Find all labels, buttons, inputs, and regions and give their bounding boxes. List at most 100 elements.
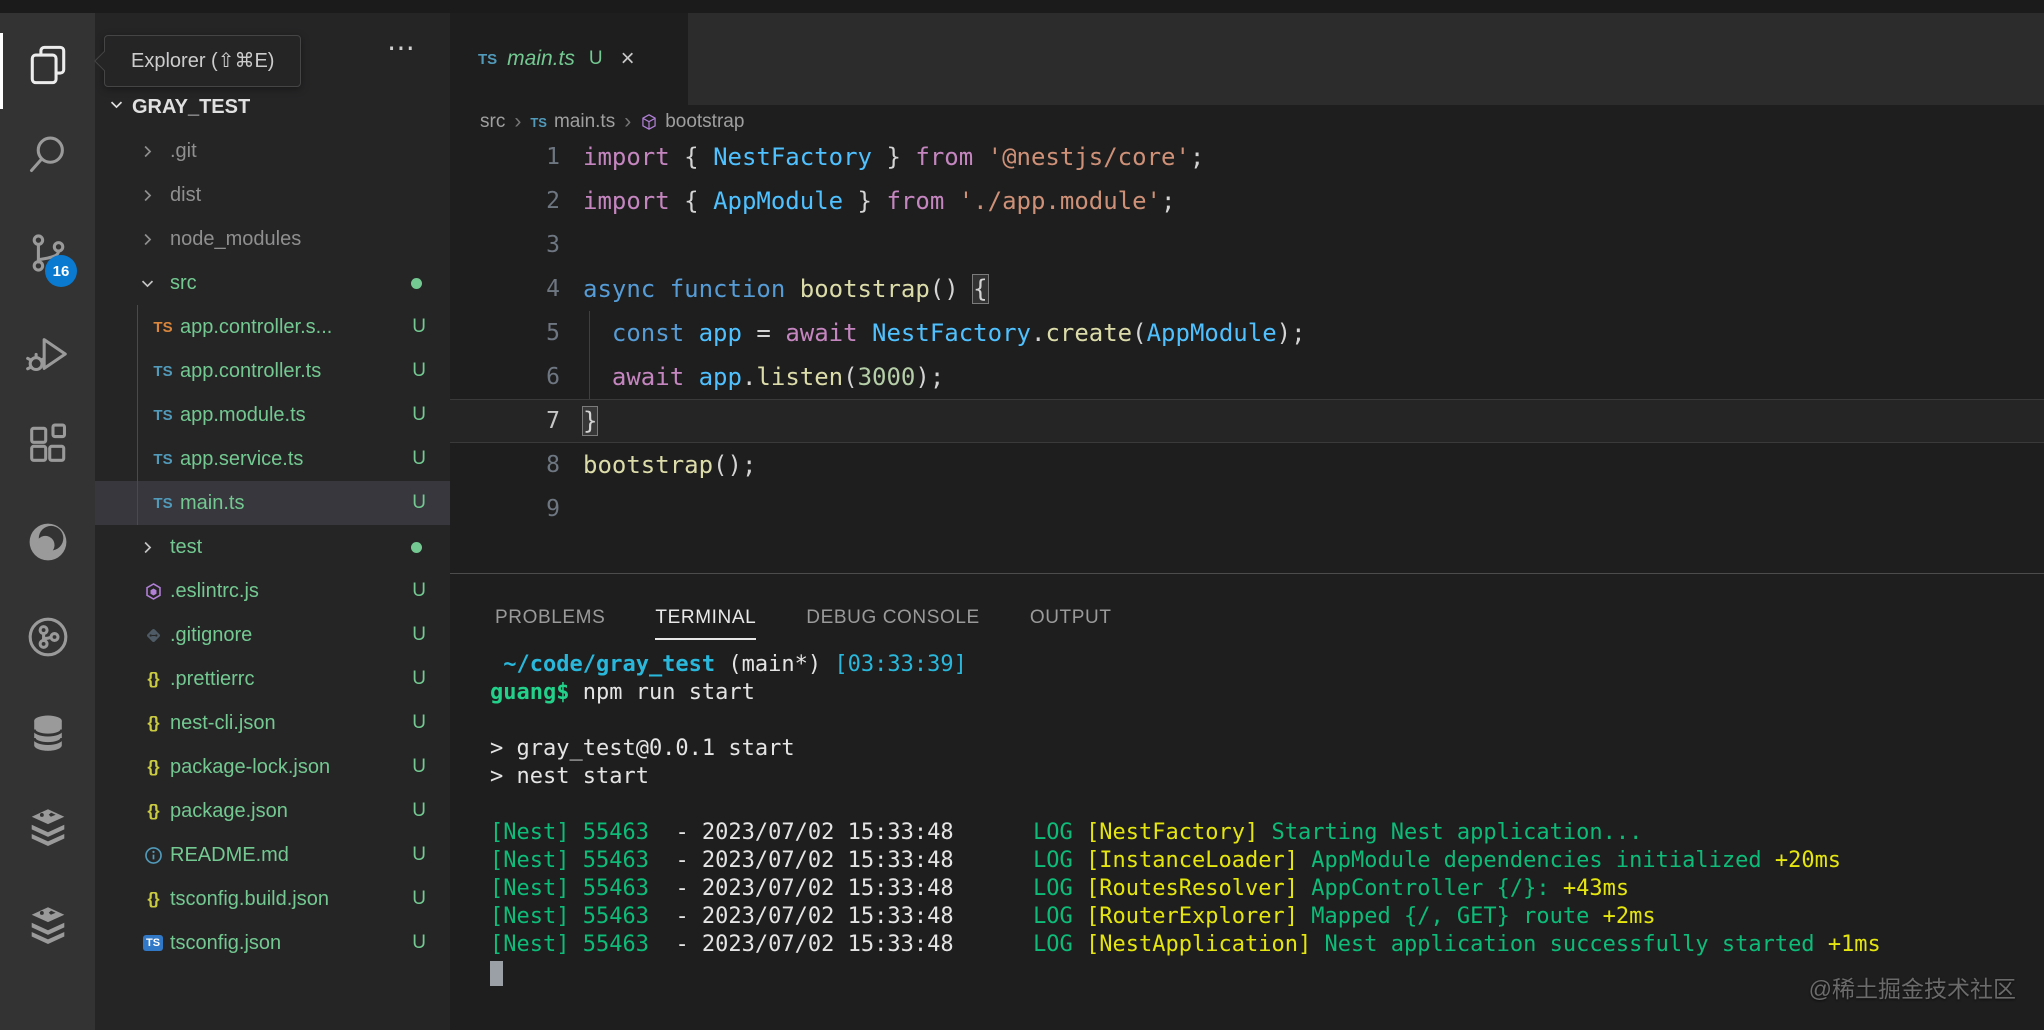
code-line-3[interactable]: 3 <box>450 223 2044 267</box>
tree-item-nest-cli.json[interactable]: {}nest-cli.jsonU <box>95 701 450 745</box>
titlebar-strip <box>0 0 2044 13</box>
breadcrumb-item-main.ts[interactable]: TSmain.ts <box>530 111 615 133</box>
activitybar-search-icon[interactable] <box>0 130 95 178</box>
terminal[interactable]: ~/code/gray_test (main*) [03:33:39]guang… <box>490 651 2024 987</box>
tree-item-main.ts[interactable]: TSmain.tsU <box>95 481 450 525</box>
tab-main-ts[interactable]: TS main.ts U × <box>450 13 688 105</box>
editor-area: TS main.ts U × src›TSmain.ts›bootstrap 1… <box>450 13 2044 1030</box>
tree-item-app.service.ts[interactable]: TSapp.service.tsU <box>95 437 450 481</box>
terminal-line-9: [Nest] 55463 - 2023/07/02 15:33:48 LOG [… <box>490 875 2024 903</box>
json-file-icon: {} <box>138 669 168 689</box>
tree-root-gray-test[interactable]: GRAY_TEST <box>95 85 450 129</box>
panel-tab-debug-console[interactable]: DEBUG CONSOLE <box>806 596 980 640</box>
git-untracked-badge: U <box>412 712 426 734</box>
bottom-panel: PROBLEMS TERMINAL DEBUG CONSOLE OUTPUT ~/co… <box>450 573 2044 1030</box>
code-editor[interactable]: 1import { NestFactory } from '@nestjs/co… <box>450 135 2044 531</box>
terminal-line-12 <box>490 959 2024 987</box>
activitybar-source-control-icon[interactable]: 16 <box>0 229 95 277</box>
activitybar-redis-icon[interactable] <box>0 804 95 852</box>
activitybar-database-icon[interactable] <box>0 709 95 757</box>
breadcrumb-separator: › <box>514 110 521 134</box>
terminal-line-11: [Nest] 55463 - 2023/07/02 15:33:48 LOG [… <box>490 931 2024 959</box>
code-line-5[interactable]: 5 const app = await NestFactory.create(A… <box>450 311 2044 355</box>
tree-item-tsconfig.json[interactable]: TStsconfig.jsonU <box>95 921 450 965</box>
tree-item-.eslintrc.js[interactable]: .eslintrc.jsU <box>95 569 450 613</box>
json-file-icon: {} <box>138 757 168 777</box>
symbol-cube-icon <box>640 113 658 131</box>
line-number: 7 <box>450 408 560 434</box>
panel-tab-terminal[interactable]: TERMINAL <box>655 596 756 640</box>
chevron-down-icon <box>138 274 168 293</box>
line-number: 9 <box>450 496 560 522</box>
code-line-1[interactable]: 1import { NestFactory } from '@nestjs/co… <box>450 135 2044 179</box>
activitybar-run-and-debug-icon[interactable] <box>0 330 95 378</box>
git-untracked-badge: U <box>412 844 426 866</box>
file-label: dist <box>170 184 201 207</box>
tree-item-test[interactable]: test <box>95 525 450 569</box>
views-more-actions-icon[interactable]: ⋯ <box>387 31 416 64</box>
tree-item-.git[interactable]: .git <box>95 129 450 173</box>
tree-item-tsconfig.build.json[interactable]: {}tsconfig.build.jsonU <box>95 877 450 921</box>
activitybar-extensions-icon[interactable] <box>0 421 95 469</box>
tree-item-package-lock.json[interactable]: {}package-lock.jsonU <box>95 745 450 789</box>
scm-changes-badge: 16 <box>45 255 77 287</box>
panel-tab-problems[interactable]: PROBLEMS <box>495 596 605 640</box>
breadcrumb-item-bootstrap[interactable]: bootstrap <box>640 111 744 133</box>
file-label: node_modules <box>170 228 301 251</box>
terminal-line-8: [Nest] 55463 - 2023/07/02 15:33:48 LOG [… <box>490 847 2024 875</box>
git-untracked-badge: U <box>412 756 426 778</box>
activitybar-explorer-icon[interactable] <box>0 41 95 89</box>
tree-item-package.json[interactable]: {}package.jsonU <box>95 789 450 833</box>
tree-item-app.controller.ts[interactable]: TSapp.controller.tsU <box>95 349 450 393</box>
watermark: @稀土掘金技术社区 <box>1809 970 2016 1004</box>
tree-item-app.module.ts[interactable]: TSapp.module.tsU <box>95 393 450 437</box>
terminal-line-4: > gray_test@0.0.1 start <box>490 735 2024 763</box>
tab-label: main.ts <box>507 47 575 71</box>
code-text: import { AppModule } from './app.module'… <box>583 187 1175 215</box>
breadcrumb-item-src[interactable]: src <box>480 111 505 133</box>
terminal-line-6 <box>490 791 2024 819</box>
chevron-right-icon <box>138 230 168 249</box>
chevron-right-icon <box>138 186 168 205</box>
eslint-icon <box>138 581 168 602</box>
activitybar-gitlens-icon[interactable] <box>0 613 95 661</box>
code-line-7[interactable]: 7} <box>450 399 2044 443</box>
file-label: app.controller.ts <box>180 360 321 383</box>
chevron-right-icon <box>138 142 168 161</box>
vscode-window: 16 ⋯ GRAY_TEST .gitdistnode_modulessrcTS… <box>0 0 2044 1030</box>
git-untracked-badge: U <box>412 800 426 822</box>
tree-item-.prettierrc[interactable]: {}.prettierrcU <box>95 657 450 701</box>
file-label: .git <box>170 140 197 163</box>
tree-item-src[interactable]: src <box>95 261 450 305</box>
activity-bar: 16 <box>0 13 95 1030</box>
code-line-6[interactable]: 6 await app.listen(3000); <box>450 355 2044 399</box>
activitybar-edge-browser-icon[interactable] <box>0 518 95 566</box>
indent-guide <box>589 311 590 355</box>
chevron-down-icon <box>107 95 126 120</box>
terminal-cursor <box>490 961 503 986</box>
code-line-8[interactable]: 8bootstrap(); <box>450 443 2044 487</box>
tree-item-README.md[interactable]: README.md U <box>95 833 450 877</box>
tree-item-node-modules[interactable]: node_modules <box>95 217 450 261</box>
tree-item-app.controller.s...[interactable]: TSapp.controller.s...U <box>95 305 450 349</box>
file-label: test <box>170 536 202 559</box>
line-number: 2 <box>450 188 560 214</box>
file-label: package.json <box>170 800 288 823</box>
git-untracked-badge: U <box>412 316 426 338</box>
close-icon[interactable]: × <box>621 45 635 73</box>
panel-tab-output[interactable]: OUTPUT <box>1030 596 1112 640</box>
line-number: 5 <box>450 320 560 346</box>
ts-file-icon: TS <box>478 51 497 68</box>
breadcrumb: src›TSmain.ts›bootstrap <box>450 105 2044 139</box>
activitybar-redis-2-icon[interactable] <box>0 902 95 950</box>
typescript-file-icon: TS <box>148 363 178 380</box>
code-line-9[interactable]: 9 <box>450 487 2044 531</box>
tab-bar: TS main.ts U × <box>450 13 2044 105</box>
code-line-2[interactable]: 2 import { AppModule } from './app.module… <box>450 179 2044 223</box>
tree-item-dist[interactable]: dist <box>95 173 450 217</box>
typescript-file-icon: TS <box>530 115 547 130</box>
code-line-4[interactable]: 4async function bootstrap() { <box>450 267 2044 311</box>
code-text: await app.listen(3000); <box>583 363 944 391</box>
file-label: README.md <box>170 844 289 867</box>
tree-item-.gitignore[interactable]: .gitignoreU <box>95 613 450 657</box>
